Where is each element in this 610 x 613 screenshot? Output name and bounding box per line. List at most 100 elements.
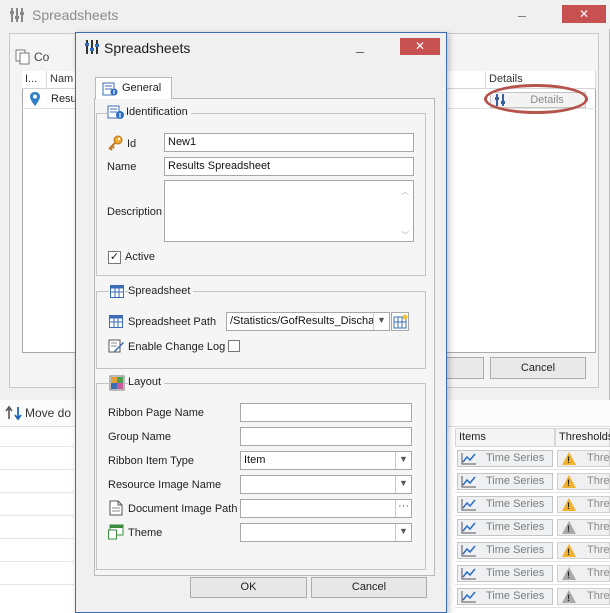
spreadsheet-icon — [109, 284, 125, 299]
chevron-down-icon[interactable]: ▼ — [395, 524, 411, 541]
spreadsheet-group-title: Spreadsheet — [128, 285, 194, 297]
document-image-field[interactable]: ··· — [240, 499, 412, 518]
ribbon-page-label: Ribbon Page Name — [108, 407, 205, 419]
threshold-cell[interactable]: ! Thre — [557, 450, 610, 467]
threshold-label: Thre — [587, 544, 610, 556]
threshold-cell[interactable]: ! Thre — [557, 496, 610, 513]
grid-line — [0, 538, 74, 539]
background-window-title: Spreadsheets — [32, 7, 119, 23]
time-series-label: Time Series — [486, 544, 545, 556]
time-series-button[interactable]: Time Series — [457, 565, 553, 582]
copy-button-label[interactable]: Co — [34, 50, 49, 64]
warning-mark: ! — [567, 478, 570, 488]
name-label: Name — [107, 161, 137, 173]
threshold-label: Thre — [587, 498, 610, 510]
minimize-button[interactable]: _ — [514, 2, 530, 20]
theme-label: Theme — [128, 527, 163, 539]
chevron-down-icon[interactable]: ▼ — [373, 313, 389, 330]
threshold-cell[interactable]: ! Thre — [557, 473, 610, 490]
spreadsheet-path-value: /Statistics/GofResults_Discha — [230, 315, 375, 327]
name-field[interactable]: Results Spreadsheet — [164, 157, 414, 176]
time-series-button[interactable]: Time Series — [457, 496, 553, 513]
chevron-down-icon[interactable]: ▼ — [395, 476, 411, 493]
description-label: Description — [107, 206, 163, 218]
threshold-label: Thre — [587, 475, 610, 487]
warning-mark: ! — [567, 570, 570, 580]
change-log-checkbox[interactable] — [228, 340, 240, 352]
chevron-down-icon[interactable]: ▼ — [395, 452, 411, 469]
time-series-button[interactable]: Time Series — [457, 542, 553, 559]
cancel-button[interactable]: Cancel — [311, 577, 427, 598]
ribbon-page-field[interactable] — [240, 403, 412, 422]
grid-line — [455, 607, 610, 608]
grid-line — [455, 492, 610, 493]
chart-line-icon — [461, 522, 476, 534]
grid-line — [455, 469, 610, 470]
copy-icon[interactable] — [15, 49, 31, 65]
scroll-down-icon[interactable]: ﹀ — [401, 227, 409, 241]
time-series-button[interactable]: Time Series — [457, 473, 553, 490]
spreadsheet-path-icon — [109, 315, 123, 328]
time-series-button[interactable]: Time Series — [457, 519, 553, 536]
tab-general[interactable]: General — [95, 77, 172, 99]
move-down-icon[interactable] — [5, 405, 23, 421]
ribbon-item-type-select[interactable]: Item ▼ — [240, 451, 412, 470]
ok-button[interactable]: OK — [190, 577, 307, 598]
warning-mark: ! — [567, 501, 570, 511]
group-name-field[interactable] — [240, 427, 412, 446]
browse-document-button[interactable]: ··· — [395, 500, 411, 517]
active-label: Active — [125, 251, 155, 263]
grid-line — [455, 515, 610, 516]
browse-spreadsheet-button[interactable] — [391, 312, 409, 331]
theme-select[interactable]: ▼ — [240, 523, 412, 542]
dialog-close-button[interactable]: ✕ — [400, 38, 440, 55]
ribbon-item-type-value: Item — [244, 454, 266, 466]
grid-line — [0, 446, 74, 447]
time-series-button[interactable]: Time Series — [457, 588, 553, 605]
time-series-label: Time Series — [486, 567, 545, 579]
row-name: Resu — [51, 93, 77, 105]
grid-line — [455, 538, 610, 539]
description-field[interactable]: ︿ ﹀ — [164, 180, 414, 242]
grid-header-id[interactable]: I... — [22, 71, 47, 89]
threshold-cell[interactable]: ! Thre — [557, 588, 610, 605]
spreadsheet-path-label: Spreadsheet Path — [128, 316, 217, 328]
close-button[interactable]: ✕ — [562, 5, 606, 23]
identification-group-title: Identification — [126, 106, 191, 118]
grid-line — [0, 561, 74, 562]
threshold-cell[interactable]: ! Thre — [557, 542, 610, 559]
warning-mark: ! — [567, 593, 570, 603]
theme-icon — [108, 524, 124, 540]
resource-image-select[interactable]: ▼ — [240, 475, 412, 494]
annotation-circle — [484, 84, 588, 114]
dialog-title: Spreadsheets — [104, 40, 191, 56]
layout-group-title: Layout — [128, 376, 165, 388]
grid-line — [455, 584, 610, 585]
threshold-label: Thre — [587, 590, 610, 602]
ribbon-item-type-label: Ribbon Item Type — [108, 455, 195, 467]
threshold-cell[interactable]: ! Thre — [557, 565, 610, 582]
threshold-cell[interactable]: ! Thre — [557, 519, 610, 536]
time-series-button[interactable]: Time Series — [457, 450, 553, 467]
warning-mark: ! — [567, 455, 570, 465]
time-series-label: Time Series — [486, 590, 545, 602]
id-field[interactable]: New1 — [164, 133, 414, 152]
move-down-label[interactable]: Move do — [25, 406, 71, 420]
chart-line-icon — [461, 591, 476, 603]
change-log-label: Enable Change Log — [128, 341, 226, 353]
column-header-thresholds[interactable]: Thresholds — [555, 428, 610, 447]
location-pin-icon — [30, 92, 40, 106]
dialog-minimize-button[interactable]: _ — [352, 38, 368, 56]
background-ok-button[interactable] — [446, 357, 484, 379]
active-checkbox[interactable]: ✓ — [108, 251, 121, 264]
grid-line — [455, 561, 610, 562]
background-cancel-button[interactable]: Cancel — [490, 357, 586, 379]
spreadsheets-icon — [10, 8, 24, 22]
description-scrollbar[interactable]: ︿ ﹀ — [399, 181, 413, 241]
scroll-up-icon[interactable]: ︿ — [401, 183, 409, 200]
document-icon — [109, 500, 123, 516]
grid-line — [0, 515, 74, 516]
spreadsheet-path-field[interactable]: /Statistics/GofResults_Discha ▼ — [226, 312, 390, 331]
column-header-items[interactable]: Items — [455, 428, 555, 447]
warning-mark: ! — [567, 547, 570, 557]
